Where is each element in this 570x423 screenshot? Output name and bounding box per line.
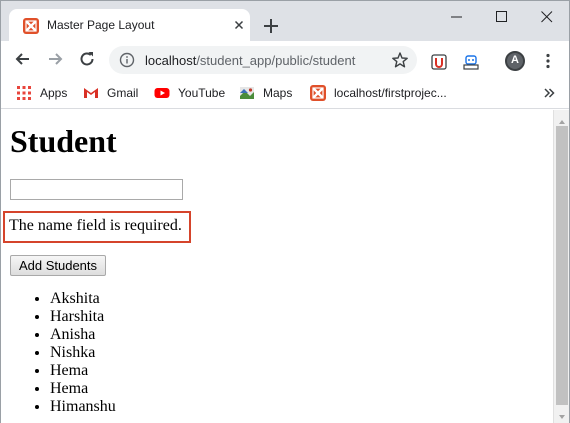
forward-arrow-icon[interactable] (45, 49, 65, 69)
browser-window: Master Page Layout localhost/student_app… (0, 0, 570, 423)
bookmark-label: YouTube (178, 86, 226, 100)
bookmark-youtube[interactable]: YouTube (154, 84, 228, 102)
bookmark-label: Maps (263, 86, 293, 100)
bookmark-star-icon[interactable] (391, 51, 409, 69)
bookmark-maps[interactable]: Maps (239, 84, 297, 102)
list-item: Harshita (50, 308, 116, 326)
add-students-button[interactable]: Add Students (10, 255, 106, 276)
address-bar[interactable]: localhost/student_app/public/student (109, 46, 417, 74)
page-title: Student (10, 123, 117, 159)
minimize-icon[interactable] (434, 1, 479, 31)
scroll-up-arrow-icon[interactable] (557, 114, 567, 124)
vertical-scrollbar[interactable] (553, 110, 569, 423)
student-list: Akshita Harshita Anisha Nishka Hema Hema… (50, 290, 116, 416)
browser-toolbar: localhost/student_app/public/student A (1, 41, 569, 77)
info-icon[interactable] (119, 52, 135, 68)
chevron-double-right-icon[interactable] (541, 85, 557, 101)
avatar-letter: A (511, 54, 519, 66)
bookmark-label: localhost/firstprojec... (334, 86, 447, 100)
url-text[interactable]: localhost/student_app/public/student (145, 53, 381, 68)
tab-title: Master Page Layout (47, 18, 155, 32)
maps-icon (239, 85, 255, 101)
list-item: Himanshu (50, 398, 116, 416)
xampp-icon (23, 18, 39, 34)
bookmark-label: Apps (40, 86, 68, 100)
list-item: Anisha (50, 326, 116, 344)
list-item: Hema (50, 362, 116, 380)
menu-dots-icon[interactable] (545, 53, 551, 69)
validation-error-message: The name field is required. (9, 217, 182, 234)
new-tab-plus-icon[interactable] (261, 16, 281, 36)
bookmark-apps[interactable]: Apps (16, 84, 72, 102)
url-host: localhost (145, 53, 197, 68)
bookmarks-bar: Apps Gmail YouTube Maps localhost/firstp… (1, 77, 569, 109)
tab-strip: Master Page Layout (1, 1, 569, 41)
tab-close-icon[interactable] (231, 17, 247, 33)
student-name-input[interactable] (10, 179, 183, 200)
browser-tab-active[interactable]: Master Page Layout (9, 9, 250, 41)
scroll-down-arrow-icon[interactable] (557, 409, 567, 419)
gmail-icon (83, 85, 99, 101)
list-item: Akshita (50, 290, 116, 308)
extension-robot-icon[interactable] (462, 53, 480, 71)
bookmark-label: Gmail (107, 86, 139, 100)
url-path: /student_app/public/student (196, 53, 356, 68)
youtube-icon (154, 85, 170, 101)
profile-avatar[interactable]: A (505, 51, 525, 71)
page-viewport: Student The name field is required. Add … (1, 110, 553, 423)
maximize-icon[interactable] (479, 1, 524, 31)
window-close-icon[interactable] (524, 1, 569, 31)
bookmark-gmail[interactable]: Gmail (83, 84, 141, 102)
list-item: Nishka (50, 344, 116, 362)
apps-grid-icon (16, 85, 32, 101)
extension-shield-icon[interactable] (430, 53, 448, 71)
list-item: Hema (50, 380, 116, 398)
bookmark-localhost-firstproject[interactable]: localhost/firstprojec... (310, 84, 460, 102)
scrollbar-thumb[interactable] (556, 126, 568, 405)
reload-icon[interactable] (77, 49, 97, 69)
xampp-icon (310, 85, 326, 101)
back-arrow-icon[interactable] (13, 49, 33, 69)
